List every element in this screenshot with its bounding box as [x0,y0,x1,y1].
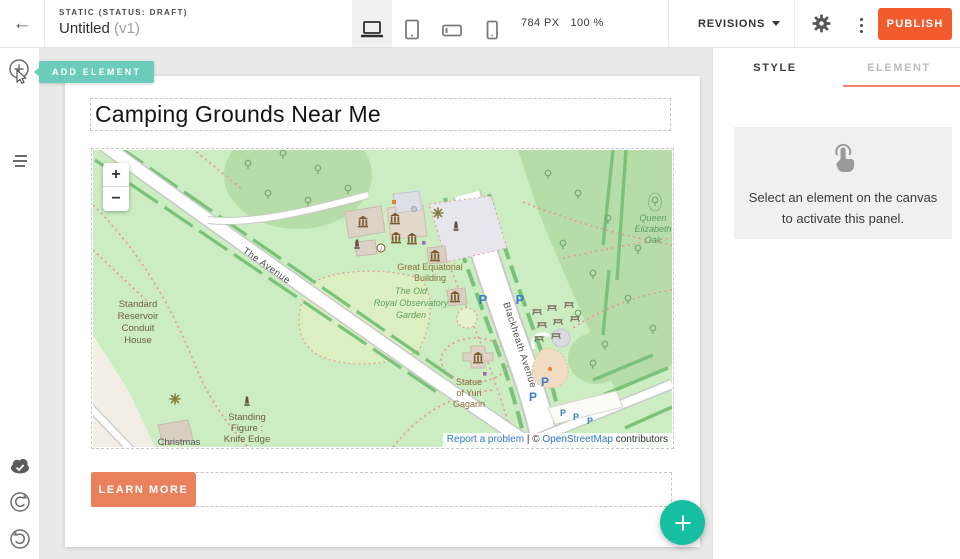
svg-text:Reservoir: Reservoir [118,311,159,322]
more-options-button[interactable] [842,0,880,47]
button-element-row[interactable]: LEARN MORE [91,472,672,507]
svg-text:P: P [573,412,579,422]
zoom-value: 100 % [570,17,603,29]
phone-landscape-icon [439,18,465,42]
version-label: (v1) [114,20,140,37]
inspector-panel: STYLE ELEMENT Select an element on the c… [712,48,960,559]
svg-text:P: P [516,292,525,307]
device-phone-landscape-button[interactable] [432,0,472,47]
undo-button[interactable] [0,485,40,519]
svg-text:Standard: Standard [119,299,158,310]
add-element-tooltip: ADD ELEMENT [39,61,154,83]
plus-icon [674,514,692,532]
divider [794,0,795,47]
map-pond [552,329,570,347]
map-graphic: i P P P [93,150,672,447]
gear-icon [811,13,832,34]
divider [668,0,669,47]
page-title-block: STATIC (STATUS: DRAFT) Untitled (v1) [59,8,188,37]
svg-text:P: P [529,390,537,404]
revisions-button[interactable]: REVISIONS [684,0,794,47]
map-zoom-out-button[interactable]: − [103,187,129,211]
width-value: 784 PX [521,17,559,29]
svg-text:Figure :: Figure : [231,423,263,434]
phone-portrait-icon [479,18,505,42]
left-toolbar [0,48,40,559]
settings-button[interactable] [802,0,840,47]
divider [44,0,45,47]
svg-text:Conduit: Conduit [122,323,155,334]
openstreetmap-link[interactable]: OpenStreetMap [542,434,613,445]
headline-text: Camping Grounds Near Me [91,99,670,128]
page-builder-app: ← STATIC (STATUS: DRAFT) Untitled (v1) [0,0,960,559]
tablet-icon [399,18,425,42]
viewport-dimensions: 784 PX 100 % [521,17,615,29]
svg-text:P: P [587,416,593,426]
landing-page: Camping Grounds Near Me [65,76,700,547]
topbar: ← STATIC (STATUS: DRAFT) Untitled (v1) [0,0,960,48]
page-title: Untitled (v1) [59,20,188,37]
undo-icon [9,491,31,513]
svg-text:Knife Edge: Knife Edge [224,434,270,445]
tab-element[interactable]: ELEMENT [837,48,960,88]
openstreetmap-embed[interactable]: i P P P [93,150,672,447]
back-arrow-icon: ← [13,13,32,34]
headline-element[interactable]: Camping Grounds Near Me [90,98,671,131]
svg-text:Royal Observatory: Royal Observatory [374,298,449,308]
layout-menu-button[interactable] [0,144,40,178]
redo-icon [9,528,31,550]
empty-state-box: Select an element on the canvasto activa… [734,127,952,239]
chevron-down-icon [772,21,780,26]
map-attribution: Report a problem | © OpenStreetMap contr… [443,433,672,447]
map-element[interactable]: i P P P [91,148,674,449]
svg-text:Statue: Statue [456,377,482,387]
svg-text:Elizabeth: Elizabeth [634,224,671,234]
panel-tabs: STYLE ELEMENT [713,48,960,88]
add-element-plus-icon [5,57,35,87]
lines-menu-icon [10,153,30,169]
cursor-pointer-icon [17,70,26,83]
saved-status-button[interactable] [0,448,40,482]
laptop-icon [359,18,385,42]
active-tab-underline [843,85,960,87]
device-phone-button[interactable] [472,0,512,47]
svg-text:P: P [479,292,488,307]
cloud-saved-icon [8,456,32,474]
learn-more-button[interactable]: LEARN MORE [91,472,196,507]
editor-canvas: Camping Grounds Near Me [40,48,712,559]
publish-button[interactable]: PUBLISH [878,8,952,40]
svg-text:Christmas: Christmas [158,437,201,447]
map-fountain [457,308,477,328]
svg-text:Queen: Queen [639,213,666,223]
back-button[interactable]: ← [0,0,44,47]
tab-style[interactable]: STYLE [713,48,837,88]
kebab-menu-icon [842,18,880,33]
device-desktop-button[interactable] [352,0,392,47]
svg-text:Oak: Oak [645,235,662,245]
svg-text:Building: Building [414,273,446,283]
svg-text:Gagarin: Gagarin [453,399,485,409]
svg-text:Great Equatorial: Great Equatorial [397,262,463,272]
svg-text:of Yuri: of Yuri [456,388,481,398]
report-problem-link[interactable]: Report a problem [447,434,524,445]
redo-button[interactable] [0,522,40,556]
device-tablet-button[interactable] [392,0,432,47]
empty-state-text: Select an element on the canvasto activa… [748,187,938,229]
map-zoom-in-button[interactable]: + [103,163,129,187]
status-label: STATIC (STATUS: DRAFT) [59,8,188,17]
svg-text:The Old: The Old [395,286,428,296]
svg-text:P: P [541,375,549,389]
map-zoom-control: + − [103,163,129,211]
add-section-fab[interactable] [660,500,705,545]
tap-hand-icon [828,142,858,174]
svg-text:House: House [124,335,151,346]
svg-text:P: P [560,408,566,418]
svg-text:Standing: Standing [228,412,266,423]
svg-text:Garden: Garden [396,310,426,320]
